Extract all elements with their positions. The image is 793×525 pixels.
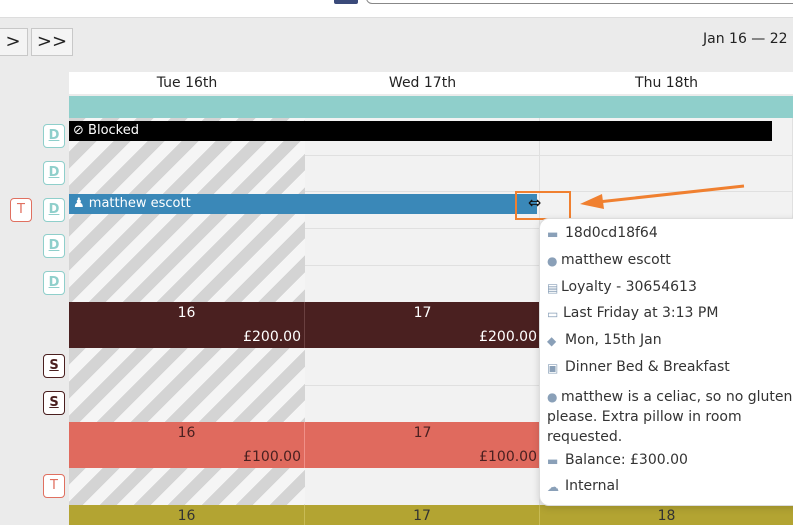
blocked-icon: ⊘ bbox=[73, 123, 84, 138]
day-header-thu: Thu 18th bbox=[540, 72, 793, 94]
rate-price: £100.00 bbox=[243, 449, 301, 465]
rate-cell[interactable]: 16 £100.00 bbox=[69, 422, 305, 468]
row-divider bbox=[305, 385, 540, 386]
row-divider bbox=[305, 155, 793, 156]
cloud-icon: ☁ bbox=[547, 480, 559, 494]
room-type-badge[interactable]: D bbox=[43, 234, 65, 258]
rate-cell[interactable]: 16 bbox=[69, 505, 305, 525]
tooltip-arrival: Mon, 15th Jan bbox=[565, 332, 662, 348]
booking-bar[interactable]: ♟ matthew escott bbox=[69, 194, 537, 214]
inbox-icon: ▭ bbox=[547, 307, 559, 321]
comment-icon: ● bbox=[547, 390, 558, 404]
rate-price: £200.00 bbox=[243, 329, 301, 345]
rate-cell[interactable]: 18 bbox=[540, 505, 793, 525]
day-header-tue: Tue 16th bbox=[69, 72, 305, 94]
annotation-arrow-icon bbox=[580, 184, 745, 209]
room-type-badge[interactable]: S bbox=[43, 391, 65, 415]
annotation-highlight-box bbox=[515, 191, 571, 220]
cells-wed[interactable] bbox=[305, 468, 540, 505]
calendar-picker-button[interactable] bbox=[334, 0, 358, 4]
rate-day-number: 17 bbox=[413, 425, 432, 441]
room-type-badge[interactable]: D bbox=[43, 161, 65, 185]
fast-forward-button[interactable]: >> bbox=[31, 28, 73, 56]
rate-cell[interactable]: 17 bbox=[305, 505, 540, 525]
booking-guest-label: matthew escott bbox=[88, 196, 191, 211]
credit-card-icon: ▬ bbox=[547, 454, 559, 468]
person-icon: ♟ bbox=[73, 196, 85, 211]
money-icon: ▣ bbox=[547, 361, 559, 375]
rate-day-number: 16 bbox=[177, 425, 196, 441]
rate-price: £100.00 bbox=[479, 449, 537, 465]
tooltip-source: Internal bbox=[565, 478, 619, 494]
booking-tooltip: ▬ 18d0cd18f64 ● matthew escott ▤ Loyalty - … bbox=[539, 218, 793, 506]
person-icon: ● bbox=[547, 254, 558, 268]
rate-day-number: 17 bbox=[413, 508, 431, 524]
tooltip-guest-name: matthew escott bbox=[561, 252, 671, 268]
room-type-badge[interactable]: D bbox=[43, 271, 65, 295]
car-icon: ◆ bbox=[547, 334, 557, 348]
bed-icon: ▬ bbox=[547, 227, 559, 241]
room-type-badge[interactable]: D bbox=[43, 198, 65, 222]
rate-cell[interactable]: 17 £100.00 bbox=[305, 422, 540, 468]
day-header-wed: Wed 17th bbox=[305, 72, 540, 94]
search-input[interactable] bbox=[366, 0, 793, 4]
rate-cell[interactable]: 16 £200.00 bbox=[69, 302, 305, 348]
unavailable-cells-tue bbox=[69, 348, 305, 422]
rate-cell[interactable]: 17 £200.00 bbox=[305, 302, 540, 348]
rate-price: £200.00 bbox=[479, 329, 537, 345]
document-icon: ▤ bbox=[547, 281, 559, 295]
blocked-label: Blocked bbox=[88, 123, 139, 138]
room-type-badge[interactable]: D bbox=[43, 124, 65, 148]
rate-day-number: 18 bbox=[657, 508, 676, 524]
rate-day-number: 16 bbox=[177, 305, 196, 321]
tooltip-comment: matthew is a celiac, so no gluten please… bbox=[547, 389, 793, 445]
tooltip-created: Last Friday at 3:13 PM bbox=[563, 305, 719, 321]
tooltip-booking-ref: 18d0cd18f64 bbox=[565, 225, 658, 241]
tooltip-loyalty: Loyalty - 30654613 bbox=[561, 279, 697, 295]
next-week-button[interactable]: > bbox=[0, 28, 28, 56]
tooltip-balance: Balance: £300.00 bbox=[565, 452, 688, 468]
availability-strip bbox=[69, 96, 793, 118]
date-range-label: Jan 16 — 22 bbox=[703, 31, 788, 47]
rate-day-number: 17 bbox=[413, 305, 432, 321]
unavailable-cells-tue bbox=[69, 468, 305, 505]
blocked-bar[interactable]: ⊘ Blocked bbox=[69, 121, 772, 141]
top-toolbar bbox=[0, 0, 793, 18]
tooltip-rate-plan: Dinner Bed & Breakfast bbox=[565, 359, 730, 375]
room-type-badge[interactable]: T bbox=[10, 198, 32, 222]
rate-day-number: 16 bbox=[177, 508, 196, 524]
room-type-badge[interactable]: T bbox=[43, 474, 65, 498]
room-type-badge[interactable]: S bbox=[43, 354, 65, 378]
